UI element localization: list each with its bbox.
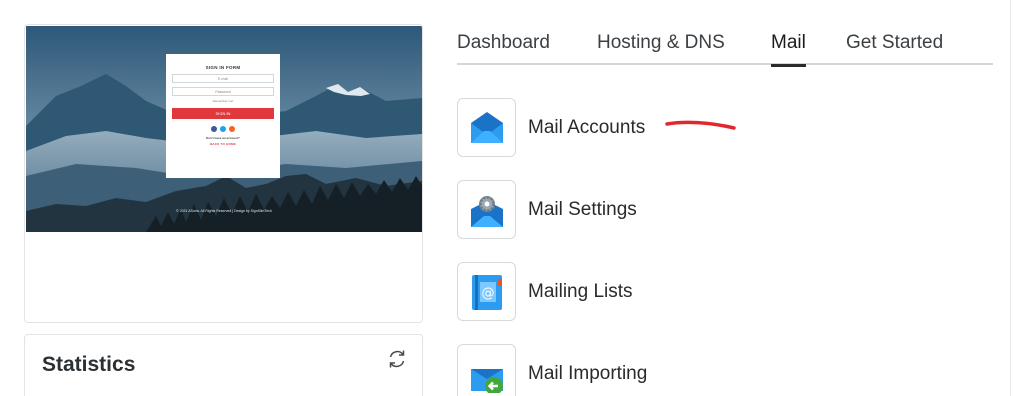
- tab-mail[interactable]: Mail: [771, 32, 806, 67]
- signin-button-preview: SIGN IN: [172, 108, 274, 119]
- website-preview-card[interactable]: SIGN IN FORM E-mail Password Remember me…: [24, 24, 423, 323]
- rss-icon: [229, 126, 235, 132]
- tab-hosting-dns[interactable]: Hosting & DNS: [597, 32, 725, 65]
- mail-settings-label: Mail Settings: [528, 199, 637, 220]
- back-to-home-preview: BACK TO HOME: [210, 142, 236, 146]
- website-preview-thumbnail: SIGN IN FORM E-mail Password Remember me…: [26, 26, 422, 232]
- red-annotation-underline: [665, 120, 736, 130]
- mail-accounts-label: Mail Accounts: [528, 117, 646, 138]
- mail-importing-label: Mail Importing: [528, 363, 648, 384]
- statistics-title: Statistics: [42, 353, 136, 376]
- refresh-icon[interactable]: [386, 348, 408, 370]
- preview-footer-text: © 2021 ASuria. All Rights Reserved | Des…: [176, 209, 272, 213]
- no-account-text-preview: Don't have an account?: [206, 136, 240, 140]
- svg-text:@: @: [482, 286, 495, 301]
- envelope-gear-icon: [457, 180, 516, 239]
- page: SIGN IN FORM E-mail Password Remember me…: [0, 0, 1024, 396]
- twitter-icon: [220, 126, 226, 132]
- address-book-icon: @: [457, 262, 516, 321]
- envelope-icon: [457, 98, 516, 157]
- password-field-preview: Password: [172, 87, 274, 96]
- tab-dashboard[interactable]: Dashboard: [457, 32, 550, 65]
- signin-form-preview: SIGN IN FORM E-mail Password Remember me…: [166, 54, 280, 178]
- tab-get-started[interactable]: Get Started: [846, 32, 943, 65]
- signin-form-title: SIGN IN FORM: [205, 65, 241, 70]
- panel-divider: [1010, 0, 1011, 396]
- facebook-icon: [211, 126, 217, 132]
- mailing-lists-item[interactable]: @ Mailing Lists: [457, 262, 997, 322]
- remember-me-preview: Remember me!: [212, 99, 234, 103]
- social-icons-preview: [172, 126, 274, 132]
- mail-importing-item[interactable]: Mail Importing: [457, 344, 997, 396]
- envelope-import-icon: [457, 344, 516, 396]
- mail-settings-item[interactable]: Mail Settings: [457, 180, 997, 240]
- mailing-lists-label: Mailing Lists: [528, 281, 633, 302]
- main-tabs: Dashboard Hosting & DNS Mail Get Started: [457, 32, 993, 67]
- email-field-preview: E-mail: [172, 74, 274, 83]
- statistics-card: Statistics: [24, 334, 423, 396]
